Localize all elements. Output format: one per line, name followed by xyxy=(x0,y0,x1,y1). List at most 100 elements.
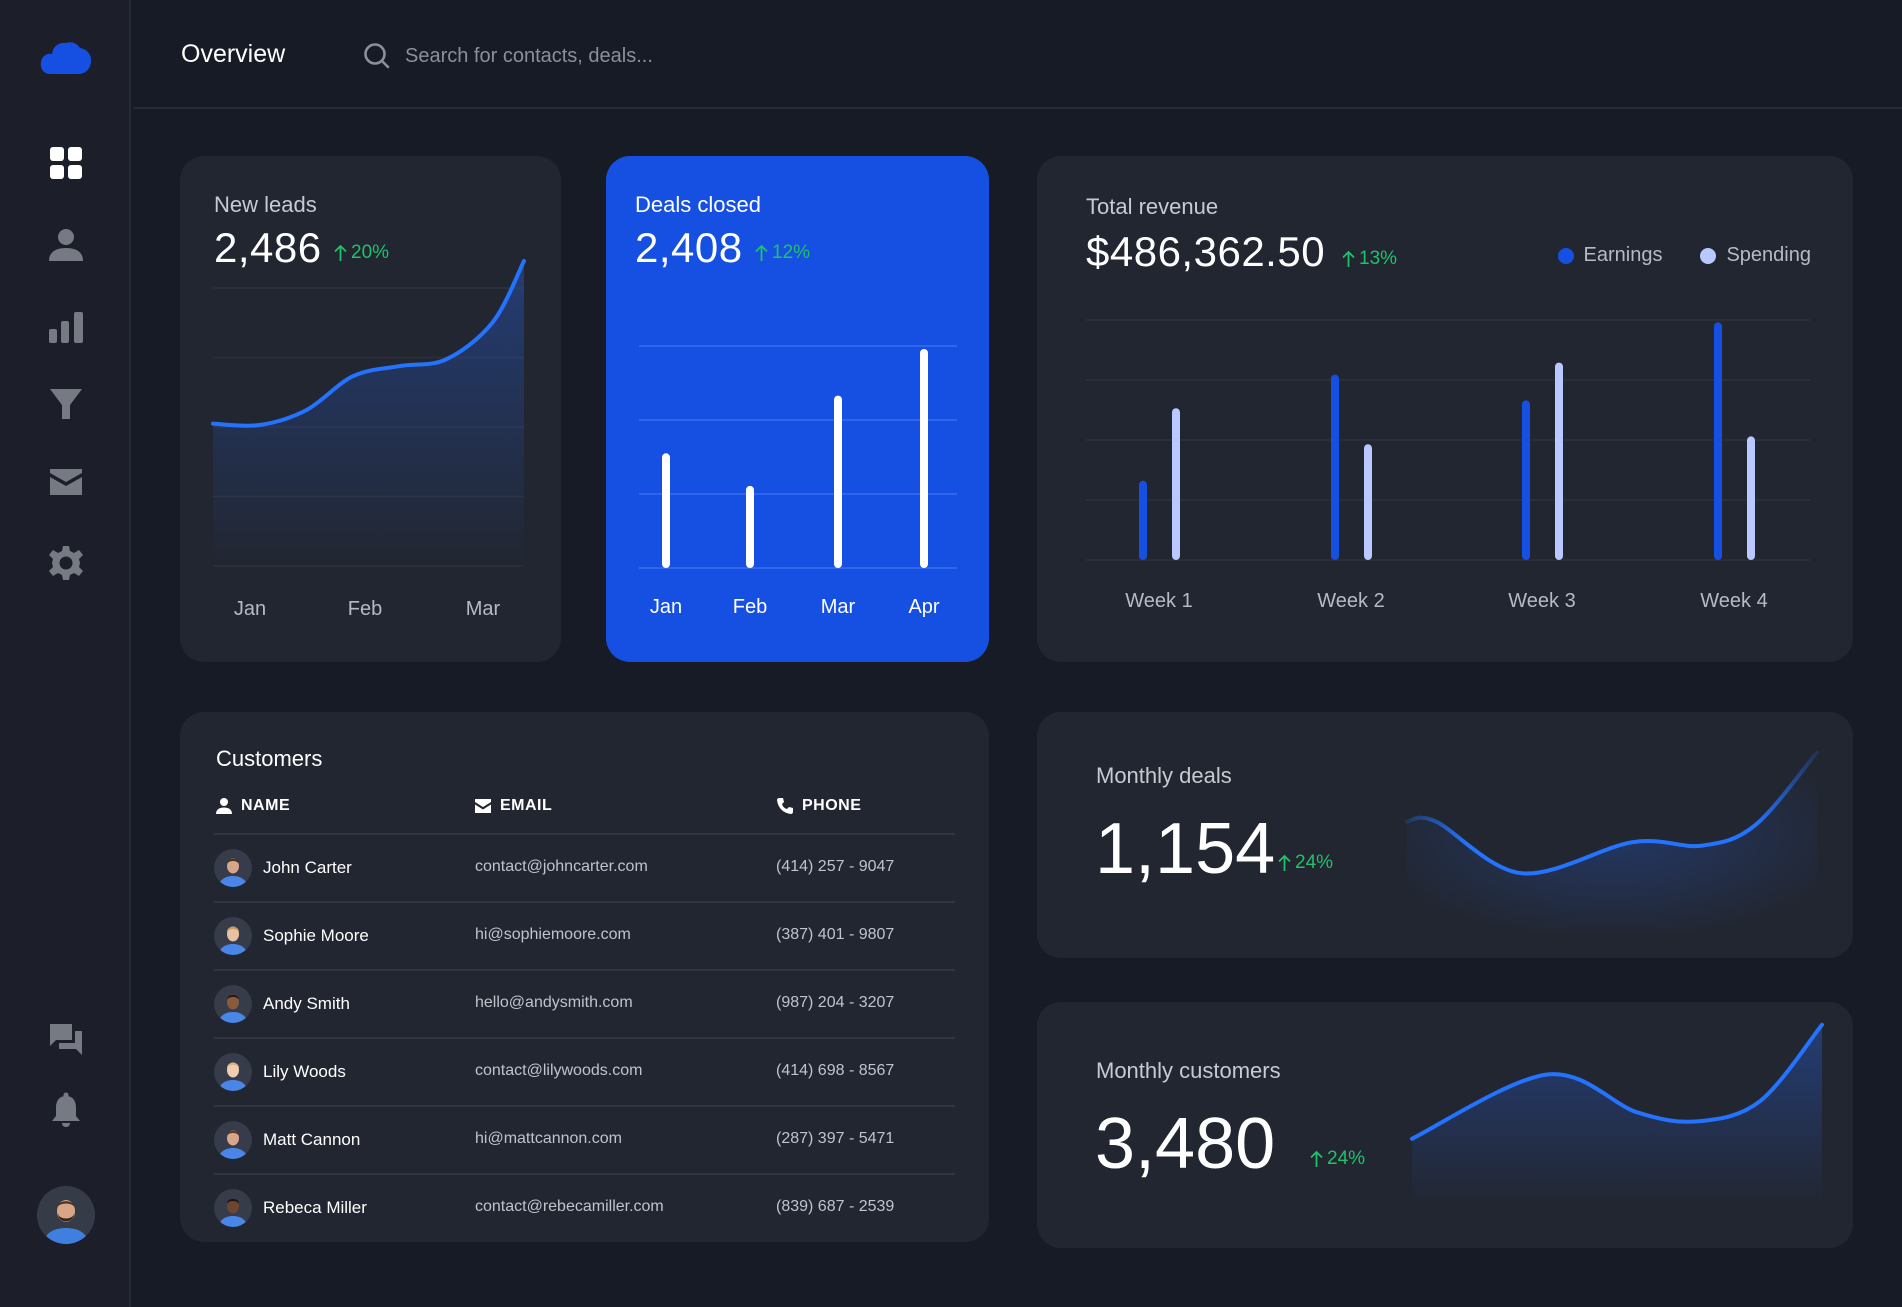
customer-phone: (987) 204 - 3207 xyxy=(776,994,895,1011)
x-axis-label: Feb xyxy=(347,598,383,620)
sidebar-item-notifications[interactable] xyxy=(46,1090,86,1130)
new-leads-chart xyxy=(211,259,526,567)
deals-closed-delta: 12% xyxy=(754,242,810,264)
deals-closed-card: Deals closed 2,408 12% Jan Feb Mar Apr xyxy=(606,156,989,662)
legend-earnings-dot xyxy=(1557,247,1574,264)
column-header-email-label: EMAIL xyxy=(500,797,553,814)
customer-email[interactable]: contact@rebecamiller.com xyxy=(475,1198,664,1216)
table-row[interactable]: John Carter contact@johncarter.com (414)… xyxy=(214,833,955,901)
avatar xyxy=(214,985,252,1023)
top-header: Overview xyxy=(133,0,1902,109)
customer-phone: (287) 397 - 5471 xyxy=(776,1130,895,1147)
customer-name: Sophie Moore xyxy=(263,926,369,945)
arrow-up-icon xyxy=(1278,854,1291,871)
revenue-legend: Earnings Spending xyxy=(1520,244,1811,267)
arrow-up-icon xyxy=(755,244,768,261)
legend-spending[interactable]: Spending xyxy=(1700,244,1811,267)
monthly-customers-delta-value: 24% xyxy=(1327,1148,1366,1169)
customer-email[interactable]: hi@mattcannon.com xyxy=(475,1130,622,1148)
mail-icon xyxy=(475,799,491,813)
customer-name: Matt Cannon xyxy=(263,1130,361,1149)
customer-email[interactable]: contact@lilywoods.com xyxy=(475,1062,642,1080)
customers-card: Customers NAME EMAIL PHONE John Carter c… xyxy=(180,712,989,1242)
search-bar[interactable] xyxy=(363,38,923,74)
deals-closed-label: Deals closed xyxy=(635,192,761,217)
column-header-name-label: NAME xyxy=(241,797,291,814)
customer-email[interactable]: hi@sophiemoore.com xyxy=(475,926,631,944)
area-fill xyxy=(1412,1024,1822,1206)
user-avatar[interactable] xyxy=(37,1186,95,1244)
arrow-up-icon xyxy=(1342,250,1355,267)
total-revenue-delta: 13% xyxy=(1341,248,1397,270)
monthly-deals-value: 1,154 xyxy=(1095,809,1276,889)
x-axis-label: Week 3 xyxy=(1508,590,1576,612)
customer-name: Andy Smith xyxy=(263,994,350,1013)
sidebar-item-mail[interactable] xyxy=(46,461,86,501)
legend-earnings-label: Earnings xyxy=(1583,244,1663,266)
table-row[interactable]: Rebeca Miller contact@rebecamiller.com (… xyxy=(214,1173,955,1241)
deals-closed-value: 2,408 xyxy=(635,224,743,271)
total-revenue-delta-value: 13% xyxy=(1359,248,1398,269)
monthly-customers-chart xyxy=(1410,1022,1824,1206)
sidebar-item-dashboard[interactable] xyxy=(46,143,86,183)
x-axis-label: Jan xyxy=(649,596,683,618)
customers-table: John Carter contact@johncarter.com (414)… xyxy=(214,833,955,1241)
search-icon xyxy=(364,43,390,69)
spending-bar-1 xyxy=(1172,408,1180,560)
customer-phone: (387) 401 - 9807 xyxy=(776,926,895,943)
monthly-customers-delta: 24% xyxy=(1309,1148,1365,1170)
customer-name: Rebeca Miller xyxy=(263,1198,367,1217)
cloud-logo[interactable] xyxy=(40,40,92,76)
total-revenue-card: Total revenue $486,362.50 13% Earnings S… xyxy=(1037,156,1853,662)
total-revenue-value: $486,362.50 xyxy=(1086,228,1326,275)
legend-earnings[interactable]: Earnings xyxy=(1557,244,1663,267)
sidebar-item-contacts[interactable] xyxy=(46,225,86,265)
avatar xyxy=(214,1121,252,1159)
user-icon xyxy=(49,229,83,261)
earnings-bar-1 xyxy=(1139,480,1147,560)
customer-email[interactable]: hello@andysmith.com xyxy=(475,994,633,1012)
deals-closed-delta-value: 12% xyxy=(772,242,811,263)
arrow-up-icon xyxy=(1310,1150,1323,1167)
x-axis-label: Feb xyxy=(732,596,768,618)
spending-bar-2 xyxy=(1364,444,1372,560)
spending-bar-4 xyxy=(1747,436,1755,560)
sidebar-item-pipeline[interactable] xyxy=(46,384,86,424)
column-header-phone-label: PHONE xyxy=(802,797,862,814)
mail-icon xyxy=(50,469,82,495)
column-header-name[interactable]: NAME xyxy=(215,797,290,815)
monthly-deals-chart xyxy=(1405,750,1819,932)
table-row[interactable]: Matt Cannon hi@mattcannon.com (287) 397 … xyxy=(214,1105,955,1173)
avatar xyxy=(214,1189,252,1227)
customer-phone: (839) 687 - 2539 xyxy=(776,1198,895,1215)
spending-bar-3 xyxy=(1555,362,1563,560)
customer-phone: (414) 698 - 8567 xyxy=(776,1062,895,1079)
bar-feb xyxy=(746,485,754,568)
search-input[interactable] xyxy=(405,44,885,68)
x-axis-label: Week 2 xyxy=(1317,590,1385,612)
bar-chart-icon xyxy=(49,312,83,343)
table-row[interactable]: Sophie Moore hi@sophiemoore.com (387) 40… xyxy=(214,901,955,969)
monthly-customers-card: Monthly customers 3,480 24% xyxy=(1037,1002,1853,1248)
phone-icon xyxy=(777,798,793,814)
column-header-phone[interactable]: PHONE xyxy=(776,797,861,815)
sidebar-item-settings[interactable] xyxy=(46,543,86,583)
earnings-bar-4 xyxy=(1714,322,1722,560)
customer-email[interactable]: contact@johncarter.com xyxy=(475,858,648,876)
monthly-customers-label: Monthly customers xyxy=(1096,1058,1281,1083)
bell-icon xyxy=(52,1092,80,1127)
user-icon xyxy=(216,798,232,814)
new-leads-card: New leads 2,486 20% Jan Feb Mar xyxy=(180,156,561,662)
table-row[interactable]: Andy Smith hello@andysmith.com (987) 204… xyxy=(214,969,955,1037)
total-revenue-label: Total revenue xyxy=(1086,194,1219,219)
sidebar-item-messages[interactable] xyxy=(46,1020,86,1060)
sidebar-item-reports[interactable] xyxy=(46,307,86,347)
earnings-bar-3 xyxy=(1522,400,1530,560)
x-axis-label: Week 1 xyxy=(1125,590,1193,612)
new-leads-label: New leads xyxy=(214,192,317,217)
table-row[interactable]: Lily Woods contact@lilywoods.com (414) 6… xyxy=(214,1037,955,1105)
customer-name: John Carter xyxy=(263,858,352,877)
monthly-deals-delta: 24% xyxy=(1277,852,1333,874)
monthly-customers-value: 3,480 xyxy=(1095,1104,1276,1184)
column-header-email[interactable]: EMAIL xyxy=(474,797,552,815)
